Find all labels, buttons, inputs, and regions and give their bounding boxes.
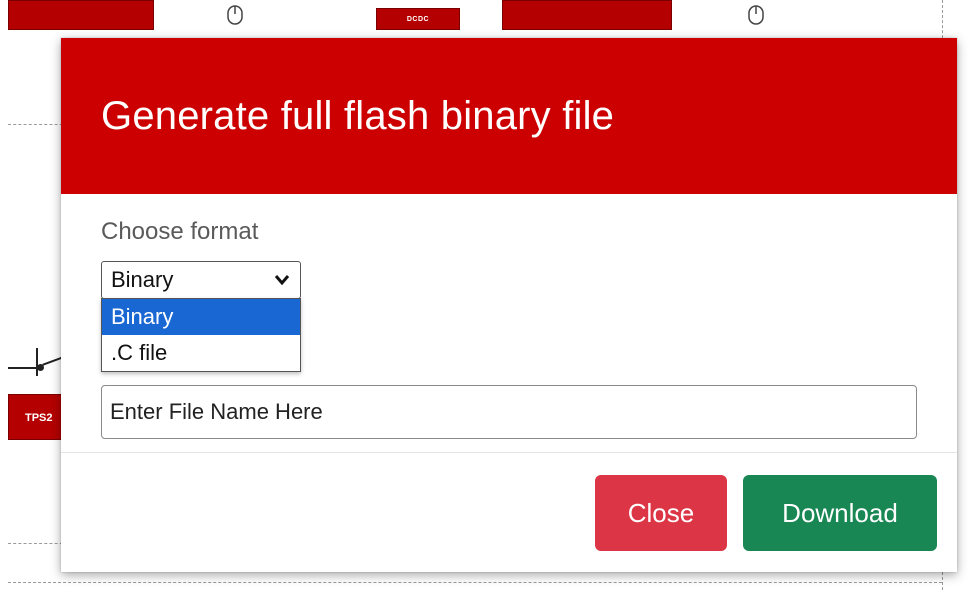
grid-line <box>8 543 68 544</box>
dialog-title: Generate full flash binary file <box>101 93 615 138</box>
filename-input[interactable]: Enter File Name Here <box>101 385 917 439</box>
tps-block: TPS2 <box>8 394 68 440</box>
generate-flash-dialog: Generate full flash binary file Choose f… <box>61 38 957 572</box>
dcdc-block: DCDC <box>376 8 460 30</box>
format-dropdown-list: Binary .C file <box>101 298 301 372</box>
format-select[interactable]: Binary <box>101 261 301 299</box>
grid-line <box>8 124 68 125</box>
dialog-footer: Close Download <box>61 452 957 572</box>
dialog-body: Choose format Binary Binary .C file Ente… <box>61 194 957 452</box>
grid-line <box>8 582 942 583</box>
format-label: Choose format <box>101 218 259 245</box>
schematic-block <box>8 0 154 30</box>
dialog-header: Generate full flash binary file <box>61 38 957 194</box>
format-option-c-file[interactable]: .C file <box>102 335 300 371</box>
download-button[interactable]: Download <box>743 475 937 551</box>
format-option-binary[interactable]: Binary <box>102 299 300 335</box>
switch-wire <box>8 367 38 369</box>
schematic-block <box>502 0 672 30</box>
switch-wire <box>36 348 38 376</box>
close-button[interactable]: Close <box>595 475 727 551</box>
power-icon <box>226 4 244 30</box>
app-canvas: DCDC TPS2 Generate full flash binary fil… <box>0 0 972 590</box>
power-icon <box>747 4 765 30</box>
format-select-value: Binary <box>111 267 174 292</box>
